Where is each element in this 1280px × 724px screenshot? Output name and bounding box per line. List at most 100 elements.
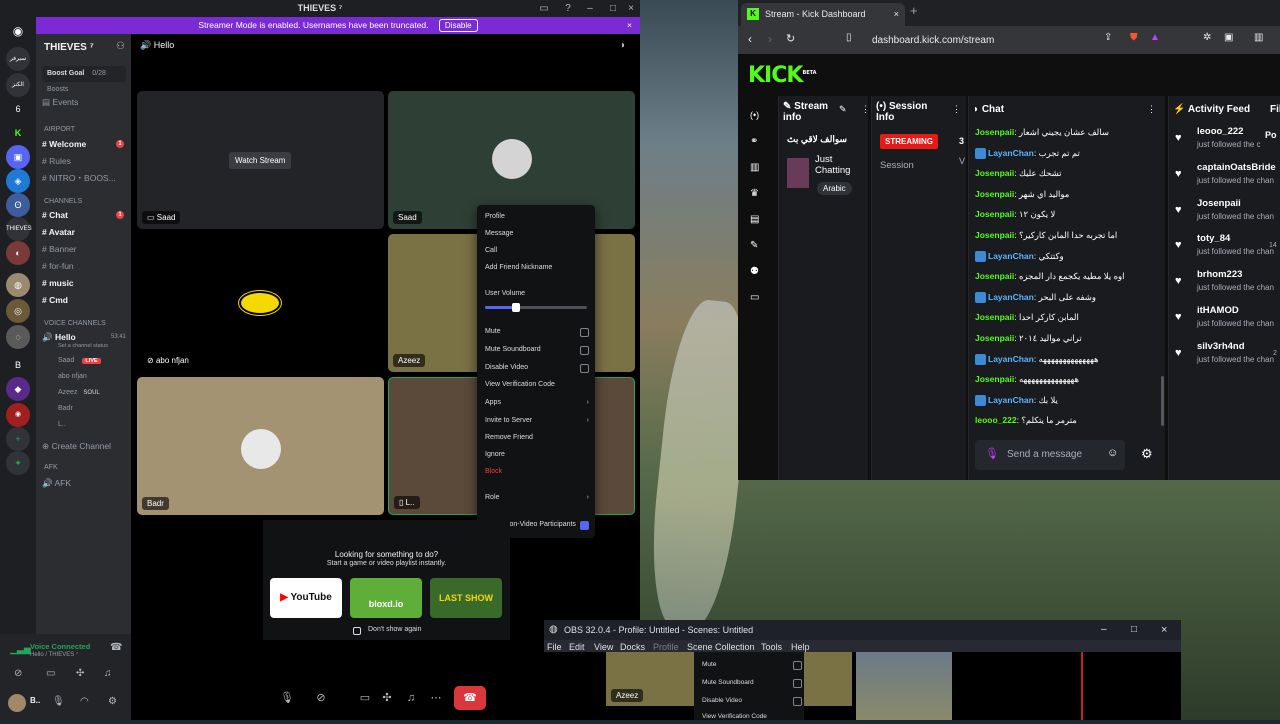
server-icon[interactable]: ◌: [6, 325, 30, 349]
maximize-icon[interactable]: □: [1131, 620, 1137, 640]
more-icon[interactable]: ⋮: [861, 104, 870, 115]
server-icon[interactable]: سيرفر: [6, 47, 30, 71]
channel-rules[interactable]: # Rules: [42, 154, 128, 168]
brave-shield-icon[interactable]: ⛊: [1130, 32, 1138, 43]
video-tile[interactable]: Badr: [137, 377, 384, 515]
server-icon[interactable]: ◎: [6, 299, 30, 323]
bookmark-icon[interactable]: ▯: [846, 32, 852, 43]
stream-icon[interactable]: ▭: [750, 292, 759, 303]
channel-welcome[interactable]: # Welcome 1: [42, 137, 128, 151]
menu-mute-soundboard[interactable]: Mute Soundboard: [485, 343, 589, 357]
menu-file[interactable]: File: [547, 642, 562, 652]
video-tile[interactable]: ⊘ abo nfjan: [137, 234, 384, 372]
feed-item[interactable]: ♥ toty_84 just followed the chan: [1175, 233, 1280, 265]
disable-streamer-button[interactable]: Disable: [438, 19, 478, 32]
user-volume-slider[interactable]: [485, 303, 587, 312]
menu-profile[interactable]: Profile: [485, 210, 589, 224]
channel-for-fun[interactable]: # for-fun: [42, 259, 128, 273]
server-icon[interactable]: الكنز: [6, 73, 30, 97]
category-afk[interactable]: AFK: [44, 464, 58, 471]
link-icon[interactable]: ⚭: [750, 136, 758, 147]
share-icon[interactable]: ⇪: [1104, 32, 1112, 43]
channel-cmd[interactable]: # Cmd: [42, 293, 128, 307]
menu-profile[interactable]: Profile: [653, 642, 679, 652]
more-icon[interactable]: ⋯: [425, 686, 447, 710]
analytics-icon[interactable]: ▥: [750, 162, 759, 173]
menu-mute[interactable]: Mute: [485, 325, 589, 339]
obs-preview[interactable]: Azeez Mute Mute Soundboard Disable Video…: [544, 652, 1181, 720]
discord-home-icon[interactable]: ◉: [6, 19, 30, 43]
soundboard-icon[interactable]: ♫: [104, 668, 112, 679]
chat-message[interactable]: leooo_222: مترمر ما يتكلم؟: [975, 410, 1159, 430]
chat-username[interactable]: Josenpaii: [975, 374, 1014, 384]
screen-share-icon[interactable]: ▭: [46, 668, 55, 679]
new-tab-icon[interactable]: +: [910, 3, 918, 18]
menu-role[interactable]: Role ›: [485, 491, 589, 505]
channel-chat[interactable]: # Chat 1: [42, 208, 128, 222]
banner-close-icon[interactable]: ×: [627, 17, 632, 34]
menu-scene-collection[interactable]: Scene Collection: [687, 642, 755, 652]
url-field[interactable]: dashboard.kick.com/stream: [866, 31, 1126, 50]
close-icon[interactable]: ×: [621, 0, 641, 17]
menu-invite-to-server[interactable]: Invite to Server ›: [485, 414, 589, 428]
minimize-icon[interactable]: –: [580, 0, 600, 17]
video-off-icon[interactable]: ⊘: [14, 668, 22, 679]
disconnect-icon[interactable]: ☎: [110, 642, 122, 653]
trophy-icon[interactable]: ♛: [750, 188, 759, 199]
activities-icon[interactable]: ✣: [76, 668, 84, 679]
category-voice[interactable]: VOICE CHANNELS: [44, 320, 106, 327]
chat-bubble-icon[interactable]: ◗: [620, 40, 626, 51]
invite-icon[interactable]: ⚇: [116, 41, 125, 52]
discover-icon[interactable]: ✦: [6, 451, 30, 475]
menu-block[interactable]: Block: [485, 465, 589, 479]
chat-message[interactable]: Josenpaii: اوه يلا مطيه يكجمع دار المجزه: [975, 266, 1159, 286]
dont-show-checkbox[interactable]: [353, 627, 361, 635]
more-icon[interactable]: ⋮: [1147, 104, 1156, 115]
channel-nitro[interactable]: # NITRO・BOOS...: [42, 171, 128, 185]
voice-user[interactable]: L..: [58, 418, 66, 432]
wrench-icon[interactable]: ✎: [750, 240, 758, 251]
server-icon[interactable]: ◆: [6, 377, 30, 401]
mute-soundboard-checkbox[interactable]: [580, 346, 589, 355]
server-icon[interactable]: THIEVES: [6, 217, 32, 241]
microphone-icon[interactable]: 🎙: [985, 447, 999, 460]
server-icon[interactable]: ◐: [6, 241, 30, 265]
server-icon[interactable]: ▣: [6, 145, 30, 169]
chat-message[interactable]: Josenpaii: سالف عشان يجيني اشعار: [975, 122, 1159, 142]
feed-item[interactable]: ♥ brhom223 just followed the chan: [1175, 269, 1280, 301]
minimize-icon[interactable]: –: [1101, 620, 1107, 640]
voice-connected-label[interactable]: Voice Connected: [30, 642, 90, 651]
chat-message[interactable]: Josenpaii: اما تجربه حدا المابن كاركير؟: [975, 225, 1159, 245]
chat-message[interactable]: Josenpaii: لا يكون ١٢: [975, 204, 1159, 224]
close-tab-icon[interactable]: ×: [894, 3, 899, 26]
menu-tools[interactable]: Tools: [761, 642, 782, 652]
chat-username[interactable]: LayanChan: [988, 395, 1034, 405]
boost-goal[interactable]: Boost Goal 0/28 Boosts: [42, 66, 126, 93]
filter-header[interactable]: Fil: [1270, 104, 1280, 115]
server-icon[interactable]: ◉: [6, 403, 30, 427]
menu-view[interactable]: View: [594, 642, 613, 652]
help-icon[interactable]: ?: [558, 0, 578, 17]
chat-username[interactable]: LayanChan: [988, 251, 1034, 261]
microphone-icon[interactable]: 🎙: [52, 696, 65, 707]
chat-username[interactable]: Josenpaii: [975, 168, 1014, 178]
voice-user[interactable]: abo nfjan: [58, 370, 87, 384]
server-icon[interactable]: ʘ: [6, 193, 30, 217]
browser-tab[interactable]: K Stream - Kick Dashboard ×: [741, 3, 905, 26]
back-icon[interactable]: ‹: [748, 32, 752, 46]
signal-icon[interactable]: ▁▃▅: [10, 644, 31, 655]
chat-scrollbar[interactable]: [1161, 376, 1164, 426]
voice-channel-hello[interactable]: 🔊 Hello 53:41: [42, 330, 128, 344]
channel-status[interactable]: Set a channel status: [58, 343, 108, 349]
camera-off-icon[interactable]: ⊘: [310, 686, 332, 710]
voice-user[interactable]: Azeez SOUL: [58, 386, 100, 400]
chat-message[interactable]: Josenpaii: تراني مواليد ٢٠١٤: [975, 328, 1159, 348]
disable-video-checkbox[interactable]: [580, 364, 589, 373]
chat-message[interactable]: LayanChan: وكتتكي: [975, 246, 1159, 266]
chat-username[interactable]: Josenpaii: [975, 312, 1014, 322]
chat-username[interactable]: LayanChan: [988, 354, 1034, 364]
feed-item[interactable]: ♥ captainOatsBride just followed the chan: [1175, 162, 1280, 194]
chat-username[interactable]: Josenpaii: [975, 209, 1014, 219]
mute-checkbox[interactable]: [580, 328, 589, 337]
headphones-icon[interactable]: ◠: [80, 696, 89, 707]
